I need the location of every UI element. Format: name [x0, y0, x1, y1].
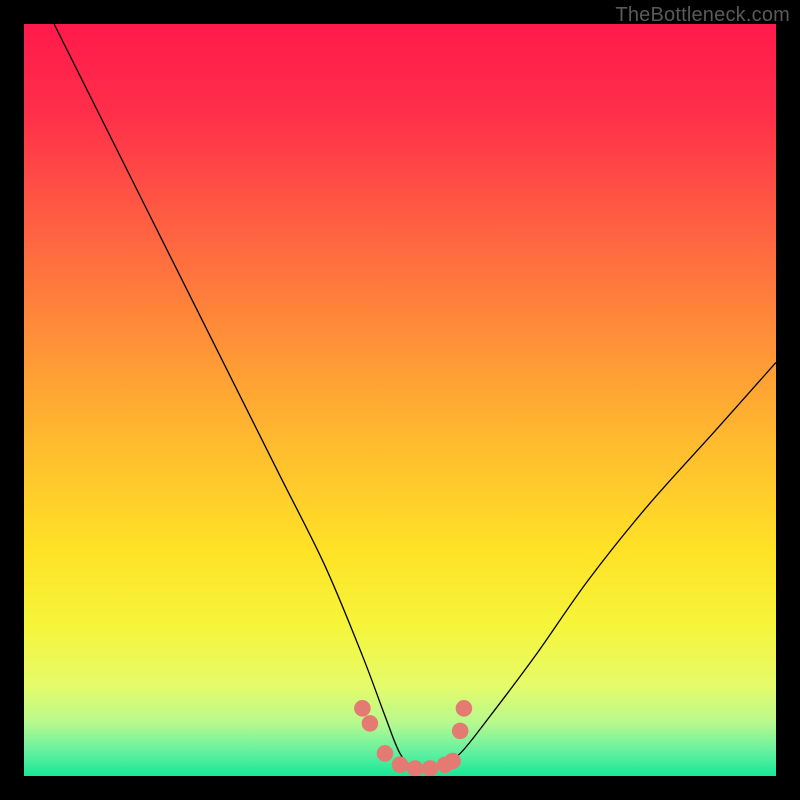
optimal-marker-dot	[422, 760, 439, 776]
optimal-marker-dot	[444, 753, 461, 770]
optimal-marker-dot	[392, 756, 409, 773]
optimal-marker-dot	[362, 715, 379, 732]
chart-svg	[24, 24, 776, 776]
chart-frame: TheBottleneck.com	[0, 0, 800, 800]
optimal-marker-dot	[456, 700, 473, 717]
bottleneck-curve	[54, 24, 776, 770]
optimal-marker-dot	[354, 700, 371, 717]
plot-area	[24, 24, 776, 776]
optimal-marker-dot	[452, 723, 469, 740]
optimal-markers	[354, 700, 472, 776]
optimal-marker-dot	[407, 760, 424, 776]
optimal-marker-dot	[377, 745, 394, 762]
